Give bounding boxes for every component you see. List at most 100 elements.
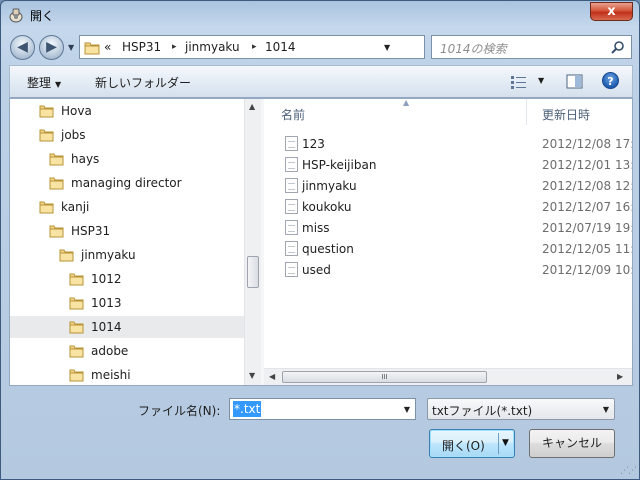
filename-input[interactable]: *.txt ▼ [229,398,416,420]
text-file-icon [285,220,298,235]
title-bar[interactable]: 開く x [1,1,639,29]
tree-vertical-scrollbar[interactable]: ▲ ▼ [244,99,261,385]
tree-item-hova[interactable]: Hova [10,100,244,122]
file-type-select[interactable]: txtファイル(*.txt) ▼ [427,398,615,420]
file-row[interactable]: 123 2012/12/08 17:3 [264,133,632,154]
forward-button[interactable]: ▶ [39,35,64,60]
new-folder-button[interactable]: 新しいフォルダー [95,74,191,91]
filename-history-dropdown-icon[interactable]: ▼ [404,405,410,414]
tree-item-label: 1014 [91,320,122,334]
tree-item-label: adobe [91,344,129,358]
file-row[interactable]: jinmyaku 2012/12/08 12:0 [264,175,632,196]
help-icon: ? [607,75,614,88]
text-file-icon [285,178,298,193]
tree-item-1014[interactable]: 1014 [10,316,244,338]
open-button[interactable]: 開く(O) ▼ [429,429,515,458]
file-name: miss [302,221,330,235]
file-name: jinmyaku [302,179,357,193]
tree-item-kanji[interactable]: kanji [10,196,244,218]
tree-item-1013[interactable]: 1013 [10,292,244,314]
tree-item-hsp31[interactable]: HSP31 [10,220,244,242]
app-icon [9,8,23,23]
tree-item-label: jinmyaku [81,248,136,262]
scroll-right-icon[interactable]: ▶ [617,372,623,381]
breadcrumb-hsp31[interactable]: HSP31 [122,40,161,54]
file-type-value: txtファイル(*.txt) [432,404,533,418]
tree-item-jinmyaku[interactable]: jinmyaku [10,244,244,266]
tree-item-label: hays [71,152,100,166]
tree-item-hays[interactable]: hays [10,148,244,170]
close-icon: x [607,4,616,19]
file-row[interactable]: miss 2012/07/19 19:4 [264,217,632,238]
command-toolbar: 整理 ▼ 新しいフォルダー ▼ ? [9,65,633,98]
file-name: 123 [302,137,325,151]
back-arrow-icon: ◀ [17,39,28,55]
tree-item-meishi[interactable]: meishi [10,364,244,385]
tree-item-label: 1012 [91,272,122,286]
address-overflow-chevron[interactable]: « [104,40,111,54]
filename-value[interactable]: *.txt [233,401,262,417]
address-dropdown-icon[interactable]: ▼ [384,43,390,52]
view-options-icon[interactable] [510,74,528,90]
help-button[interactable]: ? [602,72,619,89]
tree-item-1012[interactable]: 1012 [10,268,244,290]
scroll-down-icon[interactable]: ▼ [249,371,255,380]
chevron-down-icon[interactable]: ▼ [603,405,609,414]
address-bar[interactable]: « HSP31 ▸ jinmyaku ▸ 1014 ▼ [79,35,500,59]
organize-menu-button[interactable]: 整理 ▼ [27,74,61,91]
file-date: 2012/12/01 13:1 [542,158,632,172]
file-row[interactable]: koukoku 2012/12/07 16:1 [264,196,632,217]
breadcrumb-separator-icon[interactable]: ▸ [172,42,177,52]
file-date: 2012/12/08 17:3 [542,137,632,151]
view-options-dropdown-icon[interactable]: ▼ [538,76,544,85]
file-row[interactable]: HSP-keijiban 2012/12/01 13:1 [264,154,632,175]
recent-pages-dropdown-icon[interactable]: ▼ [68,43,74,52]
window-title: 開く [30,9,55,23]
breadcrumb-separator-icon[interactable]: ▸ [252,42,257,52]
folder-icon [39,129,54,142]
scroll-thumb[interactable]: III [282,371,487,383]
cancel-button[interactable]: キャンセル [529,429,615,458]
resize-grip-icon[interactable]: ⋰⋰ [620,466,637,476]
text-file-icon [285,157,298,172]
file-date: 2012/12/05 11:4 [542,242,632,256]
folder-icon [69,273,84,286]
folder-icon [84,42,100,55]
file-name: koukoku [302,200,352,214]
column-header-name[interactable]: 名前 [281,106,305,123]
folder-icon [69,297,84,310]
tree-item-adobe[interactable]: adobe [10,340,244,362]
scroll-grip: III [381,373,388,381]
file-list-horizontal-scrollbar[interactable]: ◀ III ▶ [264,368,632,385]
scroll-left-icon[interactable]: ◀ [269,372,275,381]
browser-pane: Hova jobs hays managing director kanji H… [9,98,633,386]
scroll-thumb[interactable] [247,256,259,288]
tree-item-label: Hova [61,104,92,118]
file-name: HSP-keijiban [302,158,377,172]
tree-item-label: jobs [61,128,86,142]
tree-item-label: managing director [71,176,182,190]
close-button[interactable]: x [590,2,633,21]
folder-icon [59,249,74,262]
tree-item-label: meishi [91,368,131,382]
search-box[interactable]: 1014の検索 [431,35,632,59]
tree-item-jobs[interactable]: jobs [10,124,244,146]
column-header-date-modified[interactable]: 更新日時 [542,106,590,123]
file-row[interactable]: question 2012/12/05 11:4 [264,238,632,259]
column-divider[interactable] [526,99,527,125]
search-placeholder[interactable]: 1014の検索 [440,40,507,57]
breadcrumb-1014[interactable]: 1014 [265,40,296,54]
breadcrumb-jinmyaku[interactable]: jinmyaku [185,40,240,54]
tree-item-managing-director[interactable]: managing director [10,172,244,194]
forward-arrow-icon: ▶ [46,39,57,55]
preview-pane-icon[interactable] [566,74,584,90]
back-button[interactable]: ◀ [10,35,35,60]
folder-icon [49,177,64,190]
open-options-dropdown-icon[interactable]: ▼ [502,438,509,448]
scroll-up-icon[interactable]: ▲ [249,102,255,111]
folder-icon [69,345,84,358]
navigation-tree: Hova jobs hays managing director kanji H… [10,99,260,385]
file-row[interactable]: used 2012/12/09 10:4 [264,259,632,280]
text-file-icon [285,136,298,151]
search-icon[interactable] [611,40,625,54]
